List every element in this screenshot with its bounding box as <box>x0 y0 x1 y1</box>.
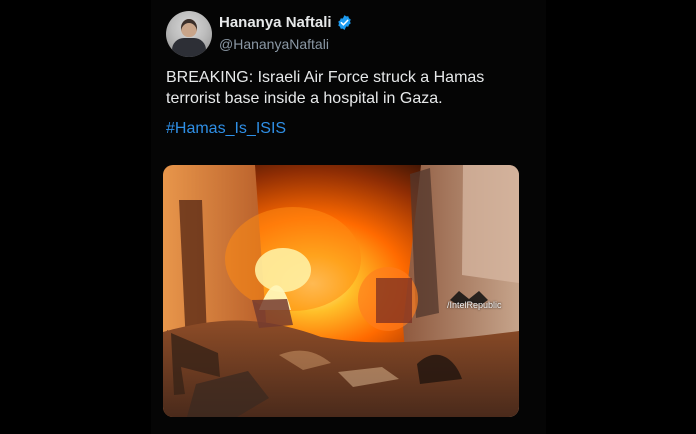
tweet-text: BREAKING: Israeli Air Force struck a Ham… <box>166 69 485 107</box>
media-watermark: /IntelRepublic <box>447 300 502 310</box>
burning-sign <box>376 278 412 323</box>
tweet-media-image[interactable]: /IntelRepublic <box>163 165 519 417</box>
avatar-head <box>181 19 197 37</box>
burning-debris-block <box>252 299 293 328</box>
right-window-panel <box>462 165 519 283</box>
fire-scene-image <box>163 165 519 417</box>
screenshot: Hananya Naftali @HananyaNaftali BREAKING… <box>0 0 696 434</box>
handle[interactable]: @HananyaNaftali <box>219 36 329 52</box>
hashtag-link[interactable]: #Hamas_Is_ISIS <box>166 120 286 138</box>
verified-badge-icon <box>338 15 351 30</box>
avatar[interactable] <box>166 11 212 57</box>
main-flame-core <box>255 248 311 292</box>
display-name[interactable]: Hananya Naftali <box>219 14 332 31</box>
avatar-body <box>172 38 206 57</box>
